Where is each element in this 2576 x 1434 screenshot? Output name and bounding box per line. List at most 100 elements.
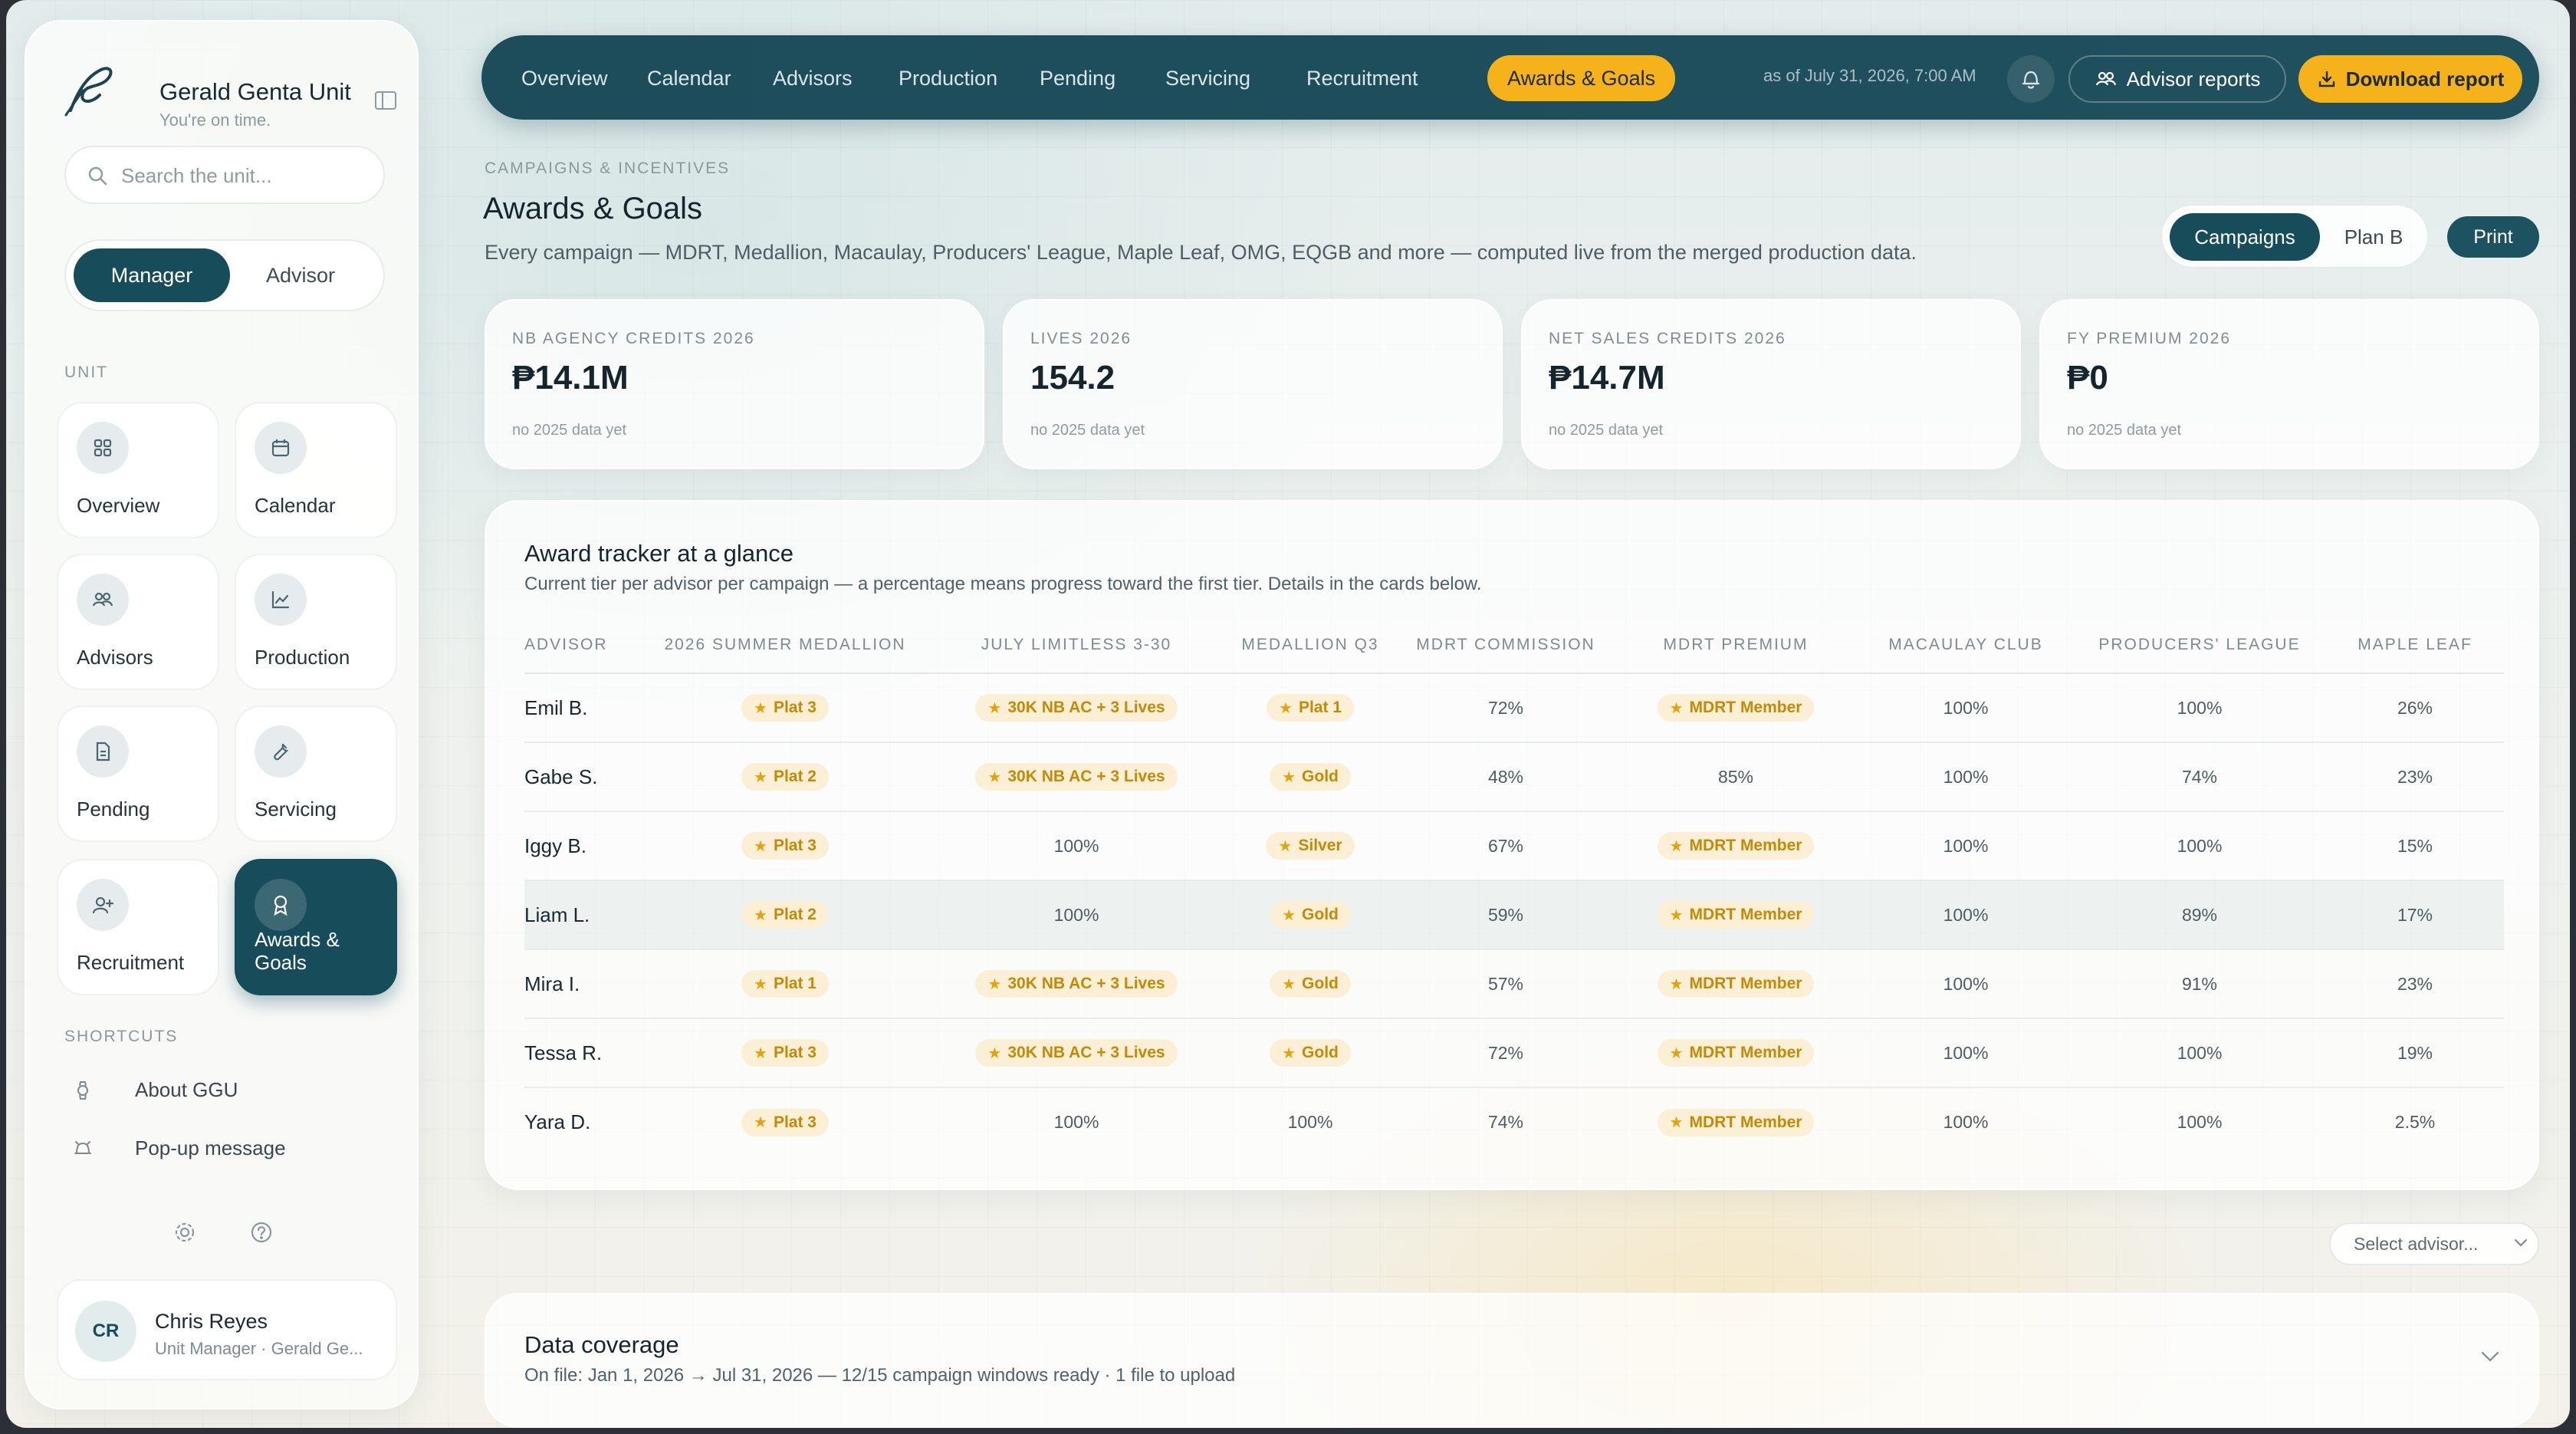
tab-production[interactable]: Production	[879, 55, 1017, 101]
table-cell: ★ 30K NB AC + 3 Lives	[931, 673, 1222, 743]
tier-badge-label: 30K NB AC + 3 Lives	[1007, 768, 1165, 785]
grid-icon	[77, 422, 129, 474]
table-cell: 100%	[931, 880, 1222, 950]
table-row[interactable]: Iggy B. ★ Plat 3 100% ★ Silver 67% ★ MDRT Member…	[524, 811, 2504, 881]
shortcut-label: About GGU	[135, 1078, 238, 1101]
table-cell: 100%	[1858, 1018, 2073, 1088]
sidebar-item-label: Calendar	[255, 494, 336, 517]
table-cell: ★ Plat 1	[639, 949, 931, 1019]
add-user-icon	[77, 879, 129, 931]
table-cell: 100%	[1858, 1087, 2073, 1156]
sidebar-item-overview[interactable]: Overview	[57, 402, 219, 538]
brand: Gerald Genta Unit You're on time.	[60, 55, 397, 132]
notifications-button[interactable]	[2007, 55, 2055, 103]
search-input[interactable]	[121, 158, 374, 193]
award-tracker-card: Award tracker at a glance Current tier p…	[485, 500, 2539, 1190]
tier-badge: ★ 30K NB AC + 3 Lives	[975, 694, 1178, 722]
table-cell: 100%	[2073, 811, 2326, 881]
tier-badge-label: MDRT Member	[1689, 837, 1802, 854]
chevron-down-icon[interactable]	[2479, 1350, 2501, 1363]
tab-recruitment[interactable]: Recruitment	[1286, 55, 1438, 101]
table-cell: 100%	[1858, 880, 2073, 950]
shortcut-popup-message[interactable]: Pop-up message	[64, 1133, 386, 1164]
settings-gear-icon[interactable]	[172, 1219, 198, 1245]
table-row[interactable]: Liam L. ★ Plat 2 100% ★ Gold 59% ★ MDRT Member 10…	[524, 880, 2504, 950]
sidebar-item-pending[interactable]: Pending	[57, 705, 219, 842]
tab-servicing[interactable]: Servicing	[1145, 55, 1270, 101]
advisor-reports-button[interactable]: Advisor reports	[2068, 55, 2286, 103]
table-row[interactable]: Mira I. ★ Plat 1 ★ 30K NB AC + 3 Lives ★ Gold 5…	[524, 949, 2504, 1019]
star-icon: ★	[1278, 837, 1293, 855]
tier-badge-label: Silver	[1298, 837, 1342, 854]
section-label-shortcuts: SHORTCUTS	[64, 1028, 179, 1045]
table-cell: ★ Plat 3	[639, 1018, 931, 1088]
view-campaigns-button[interactable]: Campaigns	[2170, 213, 2320, 261]
table-cell: ★ Plat 3	[639, 1087, 931, 1156]
table-row[interactable]: Tessa R. ★ Plat 3 ★ 30K NB AC + 3 Lives ★ Gold…	[524, 1018, 2504, 1088]
table-cell: 100%	[2073, 1087, 2326, 1156]
star-icon: ★	[754, 1114, 767, 1131]
sidebar-item-label: Production	[255, 646, 350, 669]
tier-badge: ★ 30K NB AC + 3 Lives	[975, 970, 1178, 998]
table-cell: 74%	[2073, 742, 2326, 812]
table-header-row: ADVISOR 2026 SUMMER MEDALLION JULY LIMIT…	[524, 617, 2504, 674]
help-icon[interactable]	[248, 1219, 274, 1245]
view-plan-b-button[interactable]: Plan B	[2325, 213, 2423, 261]
sidebar-item-calendar[interactable]: Calendar	[235, 402, 397, 538]
progress-value: 19%	[2397, 1042, 2433, 1063]
table-cell: 89%	[2073, 880, 2326, 950]
download-icon	[2318, 71, 2334, 87]
tracker-body: Emil B. ★ Plat 3 ★ 30K NB AC + 3 Lives ★ Plat …	[524, 673, 2504, 1156]
tier-badge-label: Gold	[1302, 1044, 1339, 1061]
progress-value: 72%	[1487, 1042, 1524, 1063]
select-advisor-dropdown[interactable]: Select advisor...	[2329, 1222, 2539, 1265]
table-row[interactable]: Gabe S. ★ Plat 2 ★ 30K NB AC + 3 Lives ★ Gold 4…	[524, 742, 2504, 812]
user-card[interactable]: CR Chris Reyes Unit Manager · Gerald Ge.…	[57, 1279, 397, 1380]
tier-badge-label: Plat 1	[773, 975, 816, 992]
tab-pending[interactable]: Pending	[1020, 55, 1135, 101]
sidebar-item-servicing[interactable]: Servicing	[235, 705, 397, 842]
table-row[interactable]: Emil B. ★ Plat 3 ★ 30K NB AC + 3 Lives ★ Plat …	[524, 673, 2504, 743]
download-report-button[interactable]: Download report	[2298, 55, 2522, 103]
sidebar-item-recruitment[interactable]: Recruitment	[57, 859, 219, 995]
tab-overview[interactable]: Overview	[501, 55, 628, 101]
tab-calendar[interactable]: Calendar	[627, 55, 751, 101]
role-manager-button[interactable]: Manager	[74, 248, 230, 302]
tier-badge: ★ MDRT Member	[1657, 1108, 1815, 1136]
sidebar-item-label: Advisors	[77, 646, 153, 669]
tier-badge: ★ Plat 2	[741, 901, 829, 929]
role-advisor-button[interactable]: Advisor	[222, 248, 379, 302]
sidebar-collapse-icon[interactable]	[374, 90, 397, 110]
kpi-note: no 2025 data yet	[1030, 422, 1145, 439]
advisor-name: Emil B.	[524, 673, 639, 743]
progress-value: 100%	[1943, 904, 1989, 925]
table-row[interactable]: Yara D. ★ Plat 3 100% 100% 74% ★ MDRT Member 100…	[524, 1087, 2504, 1156]
table-cell: 57%	[1398, 949, 1613, 1019]
column-header: ADVISOR	[524, 617, 639, 674]
sidebar-item-advisors[interactable]: Advisors	[57, 554, 219, 690]
table-cell: ★ MDRT Member	[1613, 1018, 1858, 1088]
progress-value: 26%	[2397, 697, 2433, 718]
print-button[interactable]: Print	[2447, 216, 2539, 258]
table-cell: ★ 30K NB AC + 3 Lives	[931, 949, 1222, 1019]
shortcut-about[interactable]: About GGU	[64, 1075, 386, 1106]
users-icon	[77, 574, 129, 626]
star-icon: ★	[987, 699, 1002, 717]
progress-value: 48%	[1487, 766, 1524, 787]
sidebar-item-label: Recruitment	[77, 951, 185, 974]
table-cell: 48%	[1398, 742, 1613, 812]
tier-badge-label: MDRT Member	[1689, 975, 1802, 992]
data-coverage-card[interactable]: Data coverage On file: Jan 1, 2026 → Jul…	[485, 1293, 2539, 1428]
sidebar-item-production[interactable]: Production	[235, 554, 397, 690]
progress-value: 100%	[2177, 1112, 2223, 1132]
shortcut-label: Pop-up message	[135, 1136, 286, 1159]
star-icon: ★	[1669, 1044, 1684, 1062]
sidebar-item-awards-goals[interactable]: Awards & Goals	[235, 859, 397, 995]
sidebar-item-label: Servicing	[255, 798, 337, 821]
tier-badge: ★ Silver	[1266, 832, 1355, 860]
tab-advisors[interactable]: Advisors	[753, 55, 872, 101]
chart-icon	[255, 574, 307, 626]
tab-awards-goals[interactable]: Awards & Goals	[1487, 55, 1676, 101]
column-header: MDRT PREMIUM	[1613, 617, 1858, 674]
star-icon: ★	[1282, 975, 1296, 993]
